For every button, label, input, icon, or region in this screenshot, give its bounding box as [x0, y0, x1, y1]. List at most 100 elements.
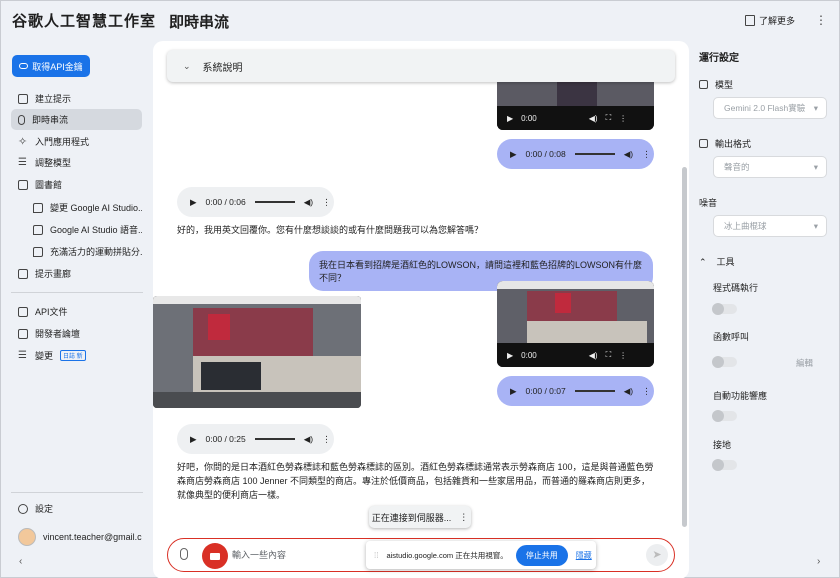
- output-icon: [699, 139, 708, 148]
- audio-time: 0:00 / 0:07: [525, 386, 566, 396]
- library-item-label: 充滿活力的運動拼貼分...: [50, 247, 142, 257]
- audio-progress[interactable]: [574, 153, 615, 155]
- audio-time: 0:00 / 0:08: [525, 149, 566, 159]
- system-instructions-bar[interactable]: ⌄ 系統說明: [167, 50, 675, 82]
- volume-icon[interactable]: ◀): [589, 114, 598, 123]
- gallery-icon: [18, 268, 28, 279]
- grounding-toggle[interactable]: [712, 459, 737, 471]
- play-icon[interactable]: ▶: [190, 434, 197, 445]
- voice-select[interactable]: 冰上曲棍球 ▾: [713, 215, 827, 237]
- sidebar-item-tune-model[interactable]: ☰ 調整模型: [11, 152, 142, 173]
- volume-icon[interactable]: ◀): [304, 434, 313, 445]
- fullscreen-icon[interactable]: ⛶: [606, 113, 612, 123]
- audio-progress[interactable]: [574, 390, 615, 392]
- learn-more-link[interactable]: 了解更多: [745, 14, 795, 27]
- more-icon[interactable]: ⋮: [619, 351, 627, 360]
- voice-label: 噪音: [699, 198, 718, 208]
- sidebar-item-api-docs[interactable]: API文件: [11, 301, 142, 322]
- model-audio-1[interactable]: ▶ 0:00 / 0:06 ◀) ⋮: [177, 187, 334, 217]
- grounding-label: 接地: [713, 440, 732, 450]
- volume-icon[interactable]: ◀): [589, 351, 598, 360]
- chat-icon: [33, 202, 43, 213]
- stop-sharing-button[interactable]: 停止共用: [515, 544, 568, 566]
- hide-link[interactable]: 隱藏: [576, 550, 592, 561]
- audio-progress[interactable]: [254, 201, 295, 203]
- volume-icon[interactable]: ◀): [624, 386, 633, 397]
- video-controls[interactable]: ▶ 0:00 ◀) ⛶ ⋮: [497, 106, 654, 130]
- volume-icon[interactable]: ◀): [304, 197, 313, 208]
- play-icon[interactable]: ▶: [507, 114, 513, 123]
- library-item[interactable]: 變更 Google AI Studio...: [27, 197, 142, 218]
- output-value: 聲音的: [724, 162, 750, 172]
- output-label: 輸出格式: [715, 139, 752, 149]
- mic-icon[interactable]: [180, 548, 188, 560]
- fullscreen-icon[interactable]: ⛶: [606, 350, 612, 360]
- create-prompt-icon: [18, 93, 28, 104]
- user-audio-1[interactable]: ▶ 0:00 / 0:08 ◀) ⋮: [497, 139, 654, 169]
- webcam-button[interactable]: [202, 543, 228, 569]
- audio-progress[interactable]: [254, 438, 295, 440]
- model-select[interactable]: Gemini 2.0 Flash實驗 ▾: [713, 97, 827, 119]
- play-icon[interactable]: ▶: [510, 386, 517, 397]
- library-item[interactable]: 充滿活力的運動拼貼分...: [27, 241, 142, 262]
- share-status-text: aistudio.google.com 正在共用視窗。: [386, 550, 508, 560]
- voice-value: 冰上曲棍球: [724, 221, 767, 231]
- message-input[interactable]: [232, 548, 352, 562]
- audio-time: 0:00 / 0:25: [205, 434, 246, 444]
- user-video-2[interactable]: ▶ 0:00 ◀) ⛶ ⋮: [497, 281, 654, 367]
- sidebar-item-developer-forum[interactable]: 開發者論壇: [11, 323, 142, 344]
- docs-icon: [18, 306, 28, 317]
- chevron-left-icon[interactable]: ‹: [19, 556, 22, 567]
- edit-functions-link[interactable]: 編輯: [796, 357, 813, 369]
- tools-section-header[interactable]: ⌃ 工具: [699, 255, 735, 268]
- user-account[interactable]: vincent.teacher@gmail.c...: [11, 524, 142, 550]
- dropdown-arrow-icon: ▾: [813, 102, 818, 113]
- model-audio-2[interactable]: ▶ 0:00 / 0:25 ◀) ⋮: [177, 424, 334, 454]
- run-settings-panel: 運行設定 模型 Gemini 2.0 Flash實驗 ▾ 輸出格式 聲音的 ▾ 噪音…: [689, 41, 840, 578]
- function-call-label: 函數呼叫: [713, 332, 750, 342]
- page-title: 即時串流: [169, 14, 230, 31]
- library-item-label: 變更 Google AI Studio...: [50, 203, 142, 213]
- sidebar-item-label: 設定: [35, 504, 54, 514]
- code-exec-toggle[interactable]: [712, 303, 737, 315]
- chevron-up-icon: ⌃: [699, 257, 707, 267]
- model-label-row: 模型: [699, 78, 733, 91]
- more-icon[interactable]: ⋮: [642, 386, 651, 397]
- drag-handle-icon[interactable]: ⁞⁞: [374, 551, 378, 560]
- play-icon[interactable]: ▶: [190, 197, 197, 208]
- chevron-right-icon[interactable]: ›: [817, 556, 820, 567]
- play-icon[interactable]: ▶: [510, 149, 517, 160]
- mic-icon: [18, 114, 25, 125]
- more-icon[interactable]: ⋮: [322, 197, 331, 208]
- sidebar-item-label: 調整模型: [35, 158, 72, 168]
- sidebar-item-starter-apps[interactable]: ✧ 入門應用程式: [11, 131, 142, 152]
- sidebar-item-changelog[interactable]: ☰ 變更 日誌 新: [11, 345, 142, 366]
- output-format-select[interactable]: 聲音的 ▾: [713, 156, 827, 178]
- sidebar-item-stream-realtime[interactable]: 即時串流: [11, 109, 142, 130]
- play-icon[interactable]: ▶: [507, 351, 513, 360]
- user-audio-2[interactable]: ▶ 0:00 / 0:07 ◀) ⋮: [497, 376, 654, 406]
- get-api-key-button[interactable]: 取得API金鑰: [12, 55, 90, 77]
- sidebar-item-label: 即時串流: [32, 115, 69, 125]
- scrollbar[interactable]: [682, 167, 687, 527]
- more-icon[interactable]: ⋮: [322, 434, 331, 445]
- more-options-icon[interactable]: ⋮: [815, 13, 827, 27]
- function-call-toggle[interactable]: [712, 356, 737, 368]
- model-message: 好吧，你問的是日本酒紅色勞森標誌和藍色勞森標誌的區別。酒紅色勞森標誌通常表示勞森…: [177, 462, 654, 500]
- auto-response-toggle[interactable]: [712, 410, 737, 422]
- docs-icon: [745, 15, 755, 26]
- sidebar-item-settings[interactable]: 設定: [11, 498, 142, 519]
- app-window: 谷歌人工智慧工作室 即時串流 了解更多 ⋮ 取得API金鑰 建立提示 即時串流 …: [0, 0, 840, 578]
- video-controls[interactable]: ▶ 0:00 ◀) ⛶ ⋮: [497, 343, 654, 367]
- sidebar-item-library[interactable]: 圖書館: [11, 174, 142, 195]
- run-settings-title: 運行設定: [699, 53, 739, 64]
- send-button[interactable]: ➤: [646, 544, 668, 566]
- volume-icon[interactable]: ◀): [624, 149, 633, 160]
- more-icon[interactable]: ⋮: [642, 149, 651, 160]
- avatar: [18, 528, 36, 546]
- more-icon[interactable]: ⋮: [459, 512, 468, 523]
- more-icon[interactable]: ⋮: [619, 114, 627, 123]
- sidebar-item-create-prompt[interactable]: 建立提示: [11, 88, 142, 109]
- sidebar-item-prompt-gallery[interactable]: 提示畫廊: [11, 263, 142, 284]
- library-item[interactable]: Google AI Studio 語音...: [27, 219, 142, 240]
